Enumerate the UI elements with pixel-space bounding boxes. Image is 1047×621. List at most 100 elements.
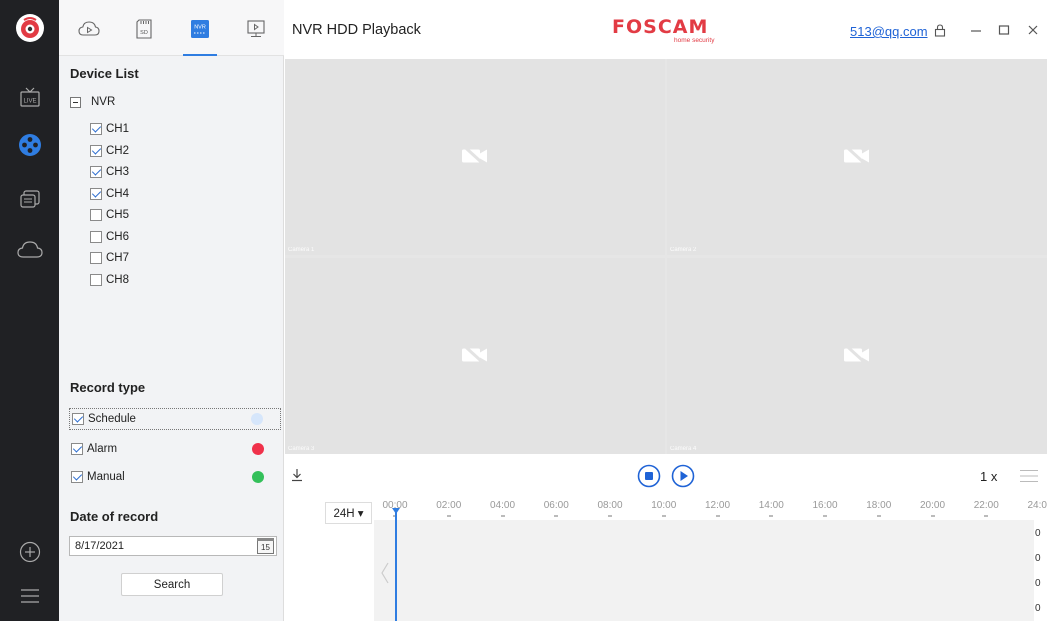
- channel-item[interactable]: CH6: [90, 230, 129, 243]
- rail-cloud-button[interactable]: [0, 235, 59, 265]
- row-count: 0: [1035, 603, 1041, 614]
- record-type-checkbox[interactable]: [71, 443, 83, 455]
- tab-sd-card[interactable]: SD: [129, 14, 159, 44]
- rail-messages-button[interactable]: [0, 185, 59, 215]
- close-button[interactable]: [1025, 22, 1041, 38]
- record-type-checkbox[interactable]: [72, 413, 84, 425]
- side-panel: SD NVR Device List NVR CH1 CH2 CH3 CH4 CH5 CH…: [59, 0, 284, 621]
- app-window: LIVE SD NVR Device List NVR CH1 CH2 CH3 …: [0, 0, 1047, 621]
- video-grid: Camera 1 Camera 2 Camera 3 Camera 4: [285, 59, 1047, 454]
- hour-label: 18:00: [866, 500, 892, 511]
- maximize-icon: [998, 25, 1010, 35]
- record-type-color-dot: [252, 471, 264, 483]
- channel-checkbox[interactable]: [90, 252, 102, 264]
- camera-view-1[interactable]: Camera 1: [285, 59, 665, 255]
- hour-tick: [554, 515, 559, 517]
- minimize-button[interactable]: [968, 22, 984, 38]
- channel-checkbox[interactable]: [90, 144, 102, 157]
- tab-local-playback[interactable]: [241, 14, 271, 44]
- record-type-label: Manual: [87, 471, 125, 483]
- hour-label: 08:00: [597, 500, 623, 511]
- rail-add-button[interactable]: [0, 538, 59, 566]
- maximize-button[interactable]: [996, 22, 1012, 38]
- tab-cloud[interactable]: [74, 14, 104, 44]
- rail-menu-button[interactable]: [0, 584, 59, 608]
- hour-tick: [984, 515, 989, 517]
- camera-off-icon: [460, 144, 490, 171]
- logo-tagline: home security: [674, 37, 715, 44]
- play-button[interactable]: [671, 464, 695, 491]
- hamburger-icon: [20, 589, 39, 603]
- date-input[interactable]: 8/17/2021 15: [69, 536, 277, 556]
- logo-brand: FOSCAM: [612, 16, 709, 38]
- hour-tick: [715, 515, 720, 517]
- timeline-track[interactable]: [374, 520, 1034, 621]
- channel-label: CH2: [106, 144, 130, 157]
- timeline: 24H ▾ 00:00 02:00 04:00 06:00 08:00 10:00 12:0…: [285, 494, 1047, 621]
- cloud-play-icon: [78, 21, 100, 36]
- channel-checkbox[interactable]: [90, 187, 102, 200]
- camera-view-3[interactable]: Camera 3: [285, 258, 665, 454]
- channel-item[interactable]: CH2: [90, 144, 130, 157]
- stop-button[interactable]: [637, 464, 661, 491]
- channel-checkbox[interactable]: [90, 273, 102, 286]
- channel-label: CH5: [106, 209, 130, 221]
- hour-tick: [876, 515, 881, 517]
- hour-tick: [446, 515, 451, 517]
- channel-checkbox[interactable]: [90, 123, 102, 135]
- minimize-icon: [971, 30, 981, 32]
- account-link[interactable]: 513@qq.com: [850, 24, 928, 39]
- collapse-icon[interactable]: [70, 96, 81, 108]
- channel-checkbox[interactable]: [90, 166, 102, 178]
- device-tree-root[interactable]: NVR: [70, 96, 115, 108]
- camera-off-icon: [460, 343, 490, 370]
- hour-label: 04:00: [489, 500, 516, 511]
- record-type-checkbox[interactable]: [71, 471, 83, 483]
- monitor-play-icon: [247, 20, 265, 37]
- hour-label: 14:00: [758, 500, 784, 511]
- rail-playback-button[interactable]: [0, 130, 59, 160]
- close-icon: [1028, 25, 1038, 35]
- record-type-item[interactable]: Manual: [69, 466, 281, 488]
- message-icon: [19, 190, 40, 208]
- tab-nvr[interactable]: NVR: [185, 14, 215, 44]
- channel-label: CH4: [106, 187, 130, 200]
- record-type-item[interactable]: Alarm: [69, 438, 281, 460]
- channel-item[interactable]: CH1: [90, 123, 129, 135]
- time-cursor[interactable]: [395, 512, 397, 621]
- channel-label: CH3: [106, 166, 130, 178]
- play-icon: [671, 464, 695, 488]
- channel-checkbox[interactable]: [90, 209, 102, 221]
- channel-item[interactable]: CH7: [90, 252, 129, 264]
- hour-label: 02:00: [436, 500, 462, 511]
- cloud-icon: [16, 241, 43, 258]
- channel-item[interactable]: CH3: [90, 166, 129, 178]
- download-icon: [292, 469, 302, 482]
- channel-checkbox[interactable]: [90, 230, 102, 243]
- timeline-range-select[interactable]: 24H ▾: [325, 502, 372, 524]
- add-circle-icon: [19, 541, 40, 563]
- calendar-icon[interactable]: 15: [257, 538, 274, 554]
- channel-item[interactable]: CH8: [90, 273, 130, 286]
- record-type-item[interactable]: Schedule: [69, 408, 281, 430]
- lock-icon[interactable]: [932, 22, 948, 38]
- channel-label: CH8: [106, 273, 130, 286]
- channel-item[interactable]: CH4: [90, 187, 130, 200]
- search-button[interactable]: Search: [121, 573, 223, 596]
- date-of-record-title: Date of record: [70, 509, 159, 524]
- layout-menu-button[interactable]: [1019, 469, 1039, 486]
- sd-card-icon: SD: [136, 19, 152, 39]
- camera-view-2[interactable]: Camera 2: [667, 59, 1047, 255]
- header: NVR HDD Playback FOSCAM home security 51…: [284, 0, 1047, 58]
- scroll-left-icon[interactable]: [380, 562, 390, 587]
- channel-item[interactable]: CH5: [90, 209, 129, 221]
- record-type-color-dot: [251, 413, 263, 425]
- hour-label: 10:00: [651, 500, 677, 511]
- rail-live-button[interactable]: LIVE: [0, 82, 59, 112]
- camera-view-4[interactable]: Camera 4: [667, 258, 1047, 454]
- download-button[interactable]: [291, 468, 303, 485]
- row-count: 0: [1035, 528, 1041, 539]
- playback-speed[interactable]: 1 x: [980, 469, 997, 484]
- hour-tick: [823, 515, 827, 517]
- device-root-label: NVR: [91, 96, 116, 108]
